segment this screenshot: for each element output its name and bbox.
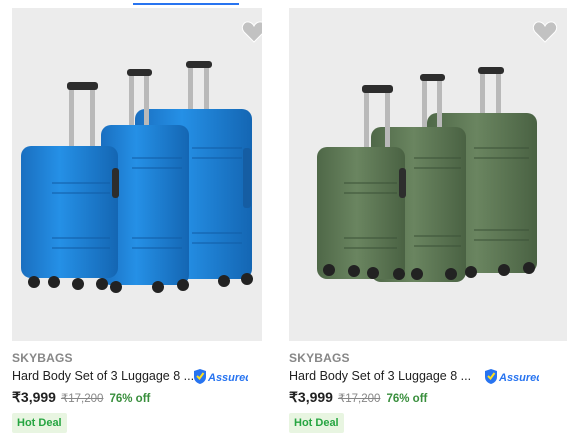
selling-price: ₹3,999 [12,389,56,405]
price-row: ₹3,999 ₹17,200 76% off [12,389,262,407]
product-title[interactable]: Hard Body Set of 3 Luggage 8 ... [12,369,194,383]
top-strip [0,0,567,8]
hot-deal-badge: Hot Deal [12,413,67,433]
product-title[interactable]: Hard Body Set of 3 Luggage 8 ... [289,369,471,383]
product-title-row[interactable]: Hard Body Set of 3 Luggage 8 ... Assured [289,368,539,386]
luggage-set-image [21,61,253,293]
product-image[interactable] [12,8,262,341]
discount-percent: 76% off [386,393,428,405]
luggage-set-image [317,67,537,282]
product-image[interactable] [289,8,567,341]
svg-text:Assured: Assured [498,372,539,384]
product-brand: SKYBAGS [12,351,73,365]
assured-badge-icon: Assured [194,369,248,384]
mrp-price: ₹17,200 [337,393,381,405]
price-row: ₹3,999 ₹17,200 76% off [289,389,539,407]
selling-price: ₹3,999 [289,389,333,405]
discount-percent: 76% off [109,393,151,405]
product-title-row[interactable]: Hard Body Set of 3 Luggage 8 ... Assured [12,368,262,386]
wishlist-heart-icon[interactable] [532,20,558,44]
wishlist-heart-icon[interactable] [241,20,262,44]
product-card[interactable]: SKYBAGS Hard Body Set of 3 Luggage 8 ...… [12,8,274,433]
assured-badge-icon: Assured [485,369,539,384]
svg-text:Assured: Assured [207,372,248,384]
product-card[interactable]: SKYBAGS Hard Body Set of 3 Luggage 8 ...… [289,8,567,433]
mrp-price: ₹17,200 [60,393,104,405]
hot-deal-badge: Hot Deal [289,413,344,433]
partial-link-underline [133,3,239,5]
product-brand: SKYBAGS [289,351,350,365]
